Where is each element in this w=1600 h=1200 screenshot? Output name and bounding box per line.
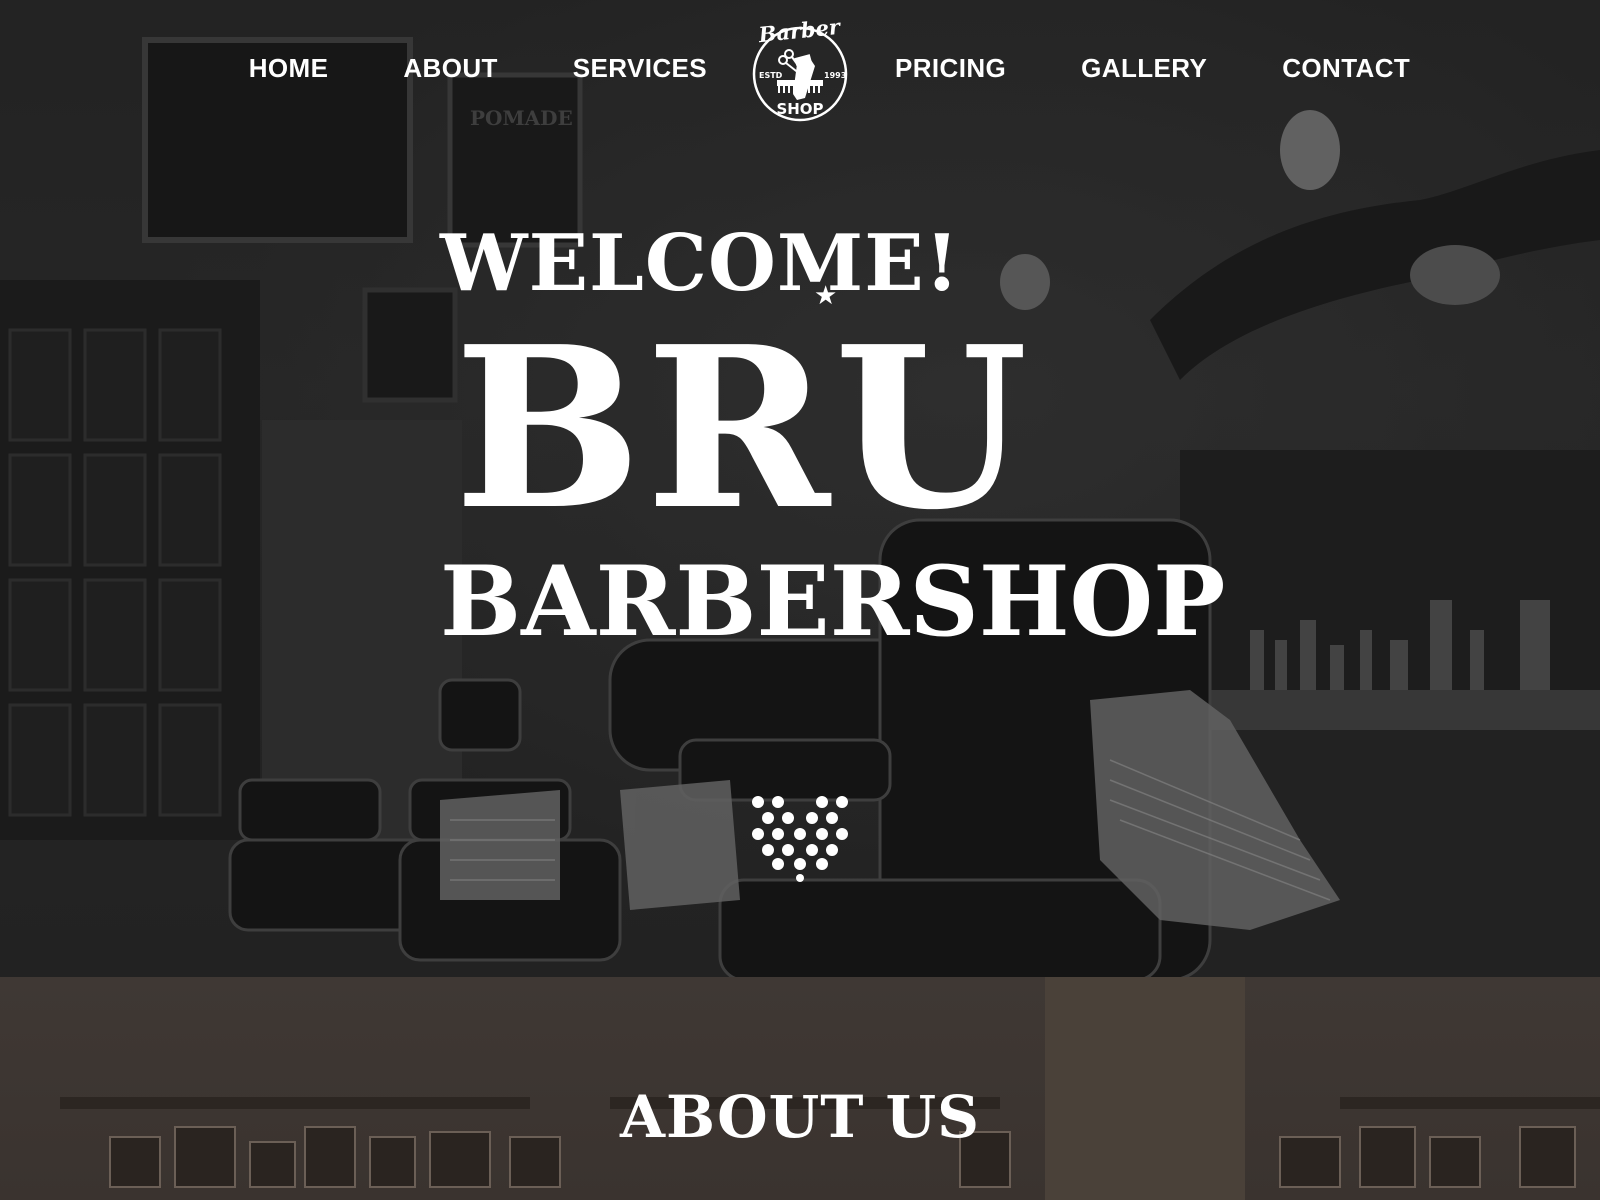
nav-left-group: HOME ABOUT SERVICES	[249, 50, 707, 86]
logo-year: 1993	[824, 71, 846, 80]
nav-right-group: PRICING GALLERY CONTACT	[895, 50, 1410, 86]
nav-link-gallery[interactable]: GALLERY	[1081, 50, 1207, 86]
logo-bottom-text: SHOP	[776, 100, 823, 118]
nav-link-services[interactable]: SERVICES	[573, 50, 707, 86]
nav-link-pricing[interactable]: PRICING	[895, 50, 1006, 86]
hero-subtitle: BARBERSHOP	[440, 545, 1226, 658]
nav-link-home[interactable]: HOME	[249, 50, 329, 86]
about-title: ABOUT US	[619, 1083, 981, 1151]
dotted-chevron-down-icon[interactable]	[748, 792, 852, 882]
barber-shop-logo[interactable]: Barber ESTD 1993 SHOP	[745, 14, 855, 126]
logo-script-text: Barber	[756, 16, 843, 47]
about-section: ABOUT US	[0, 977, 1600, 1200]
hero-title: BRU	[454, 299, 1032, 559]
barber-shop-emblem-icon: Barber ESTD 1993 SHOP	[752, 14, 848, 122]
nav-link-about[interactable]: ABOUT	[403, 50, 497, 86]
hero-section: POMADE HOME ABOUT SERVICES PRICING GALLE…	[0, 0, 1600, 977]
welcome-text: WELCOME!	[440, 218, 960, 309]
nav-link-contact[interactable]: CONTACT	[1282, 50, 1410, 86]
logo-estd-label: ESTD	[759, 71, 783, 80]
